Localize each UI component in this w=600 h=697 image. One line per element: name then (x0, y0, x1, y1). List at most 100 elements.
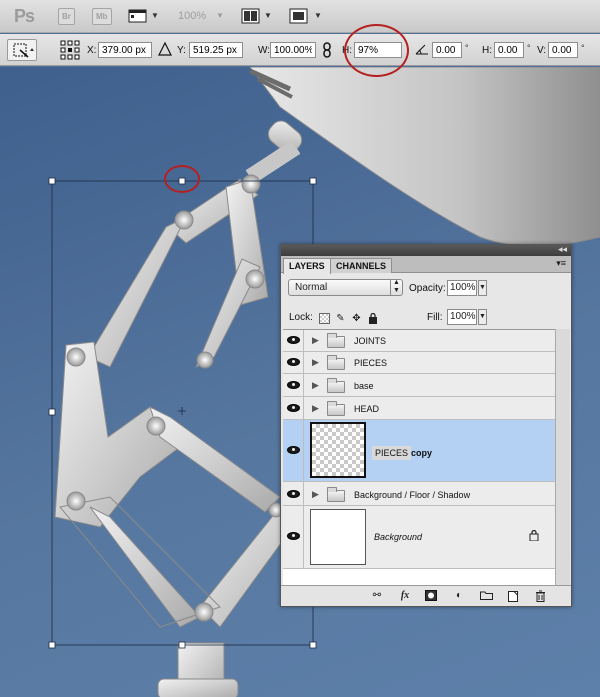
horizontal-skew-field[interactable] (494, 42, 524, 58)
link-icon[interactable] (322, 42, 332, 61)
lock-pixels-brush-icon[interactable]: ✎ (335, 313, 346, 324)
layer-row-background-floor-shadow[interactable]: ▶ Background / Floor / Shadow (283, 482, 555, 506)
lock-all-icon[interactable] (367, 312, 378, 324)
visibility-eye-icon[interactable] (283, 420, 304, 481)
visibility-eye-icon[interactable] (283, 352, 304, 373)
tool-preset-picker[interactable] (7, 39, 37, 61)
fill-label: Fill: (427, 312, 443, 323)
degree-unit: ° (527, 43, 531, 53)
tab-channels[interactable]: CHANNELS (330, 258, 393, 273)
layer-name: base (354, 381, 374, 391)
layer-row-base[interactable]: ▶ base (283, 374, 555, 397)
expand-triangle-icon[interactable]: ▶ (312, 357, 319, 368)
lock-icon (529, 529, 539, 544)
chevron-down-icon[interactable]: ▼ (216, 11, 224, 20)
height-label: H: (342, 45, 352, 56)
layers-panel: ◂◂ LAYERS CHANNELS ▾≡ Normal ▲ ▼ Opacity:… (280, 244, 572, 607)
rotate-angle-icon (415, 43, 429, 58)
layer-row-joints[interactable]: ▶ JOINTS (283, 330, 555, 352)
folder-icon (327, 333, 345, 348)
x-position-field[interactable] (98, 42, 152, 58)
adjustment-layer-icon[interactable]: ◐ (452, 590, 466, 602)
chevron-down-icon[interactable]: ▼ (264, 11, 272, 20)
x-label: X: (87, 45, 97, 56)
visibility-eye-icon[interactable] (283, 374, 304, 396)
folder-icon (327, 487, 345, 502)
view-extras-icon[interactable] (128, 7, 148, 25)
layer-name: PIECES (354, 358, 388, 368)
layer-thumbnail[interactable] (310, 509, 366, 565)
chevron-down-icon[interactable]: ▼ (151, 11, 159, 20)
delete-layer-trash-icon[interactable] (533, 590, 547, 602)
panel-menu-icon[interactable]: ▾≡ (556, 258, 566, 269)
new-group-folder-icon[interactable] (479, 590, 493, 602)
screen-mode-icon[interactable] (289, 7, 309, 25)
lock-position-move-icon[interactable]: ✥ (351, 313, 362, 324)
transform-options-bar: X: Y: W: H: ° H: ° V: ° (0, 34, 600, 66)
vertical-skew-label: V: (537, 45, 547, 56)
layer-name: Background / Floor / Shadow (354, 490, 471, 500)
layer-row-head[interactable]: ▶ HEAD (283, 397, 555, 420)
panel-titlebar[interactable]: ◂◂ (281, 244, 571, 256)
blend-mode-value: Normal (295, 282, 328, 293)
folder-icon (327, 401, 345, 416)
layer-name: JOINTS (354, 336, 387, 346)
y-label: Y: (177, 45, 186, 56)
expand-triangle-icon[interactable]: ▶ (312, 489, 319, 500)
chevron-updown-icon: ▲ ▼ (390, 279, 402, 296)
tab-layers[interactable]: LAYERS (283, 258, 331, 274)
layers-list: ▶ JOINTS ▶ PIECES ▶ base ▶ HEAD PIECES c… (283, 329, 555, 585)
opacity-dropdown-icon[interactable]: ▼ (478, 280, 487, 296)
zoom-level[interactable]: 100% (178, 10, 206, 22)
layer-row-pieces[interactable]: ▶ PIECES (283, 352, 555, 374)
visibility-eye-icon[interactable] (283, 482, 304, 505)
reference-point-icon[interactable] (60, 40, 80, 63)
layer-name-suffix: copy (411, 448, 433, 458)
application-bar: Ps Br Mb ▼ 100% ▼ ▼ ▼ (0, 0, 600, 33)
layer-name: PIECES (372, 446, 412, 460)
width-label: W: (258, 45, 271, 56)
opacity-field[interactable]: 100% (447, 280, 477, 296)
y-position-field[interactable] (189, 42, 243, 58)
degree-unit: ° (465, 43, 469, 53)
rotate-field[interactable] (432, 42, 462, 58)
layer-name: HEAD (354, 404, 380, 414)
link-layers-icon[interactable]: ⚯ (370, 590, 384, 602)
expand-triangle-icon[interactable]: ▶ (312, 335, 319, 346)
arrange-documents-icon[interactable] (241, 7, 261, 25)
relative-position-icon[interactable] (158, 41, 172, 59)
height-field[interactable] (354, 42, 402, 58)
lock-transparency-icon[interactable] (319, 313, 330, 324)
layer-row-background[interactable]: Background (283, 506, 555, 569)
layer-thumbnail[interactable] (310, 422, 366, 478)
visibility-eye-icon[interactable] (283, 397, 304, 419)
new-layer-icon[interactable] (506, 590, 520, 602)
visibility-eye-icon[interactable] (283, 330, 304, 351)
panel-footer: ⚯ fx ◐ (281, 585, 571, 606)
add-mask-icon[interactable] (424, 590, 438, 602)
layers-scrollbar[interactable] (555, 329, 570, 585)
photoshop-logo: Ps (14, 6, 35, 26)
vertical-skew-field[interactable] (548, 42, 578, 58)
fill-field[interactable]: 100% (447, 309, 477, 325)
layer-name: Background (374, 532, 423, 542)
fill-dropdown-icon[interactable]: ▼ (478, 309, 487, 325)
bridge-button[interactable]: Br (58, 8, 75, 25)
chevron-down-icon[interactable]: ▼ (314, 11, 322, 20)
visibility-eye-icon[interactable] (283, 506, 304, 568)
collapse-icon[interactable]: ◂◂ (558, 244, 567, 255)
expand-triangle-icon[interactable]: ▶ (312, 403, 319, 414)
layer-row-pieces-copy[interactable]: PIECES copy (283, 420, 555, 482)
width-field[interactable] (270, 42, 316, 58)
blend-mode-select[interactable]: Normal ▲ ▼ (288, 279, 403, 296)
expand-triangle-icon[interactable]: ▶ (312, 380, 319, 391)
folder-icon (327, 355, 345, 370)
opacity-label: Opacity: (409, 283, 446, 294)
folder-icon (327, 378, 345, 393)
horizontal-skew-label: H: (482, 45, 492, 56)
lock-label: Lock: (289, 312, 313, 323)
degree-unit: ° (581, 43, 585, 53)
panel-tabs: LAYERS CHANNELS ▾≡ (281, 256, 571, 274)
mini-bridge-button[interactable]: Mb (92, 8, 112, 25)
layer-style-fx-icon[interactable]: fx (398, 590, 412, 602)
